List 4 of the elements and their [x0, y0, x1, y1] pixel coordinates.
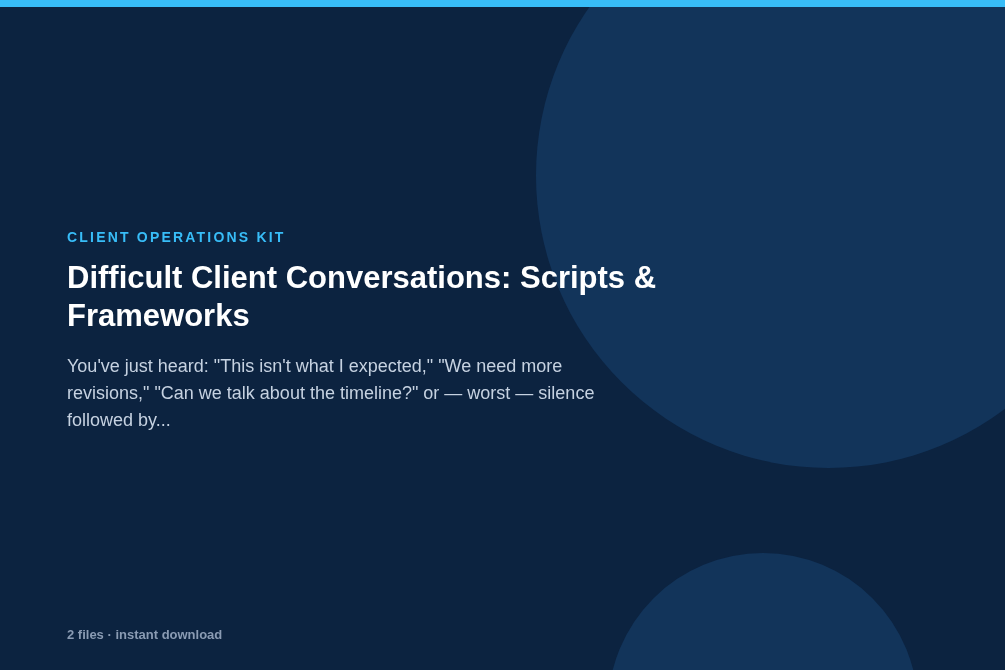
category-label: CLIENT OPERATIONS KIT	[67, 229, 286, 245]
product-description: You've just heard: "This isn't what I expected," "We need more revisions," "Can we talk about the timeline?" or — worst — silence followed by...	[67, 355, 596, 432]
file-info: 2 files · instant download	[67, 627, 223, 642]
product-title: Difficult Client Conversations: Scripts & Frameworks	[67, 259, 658, 335]
